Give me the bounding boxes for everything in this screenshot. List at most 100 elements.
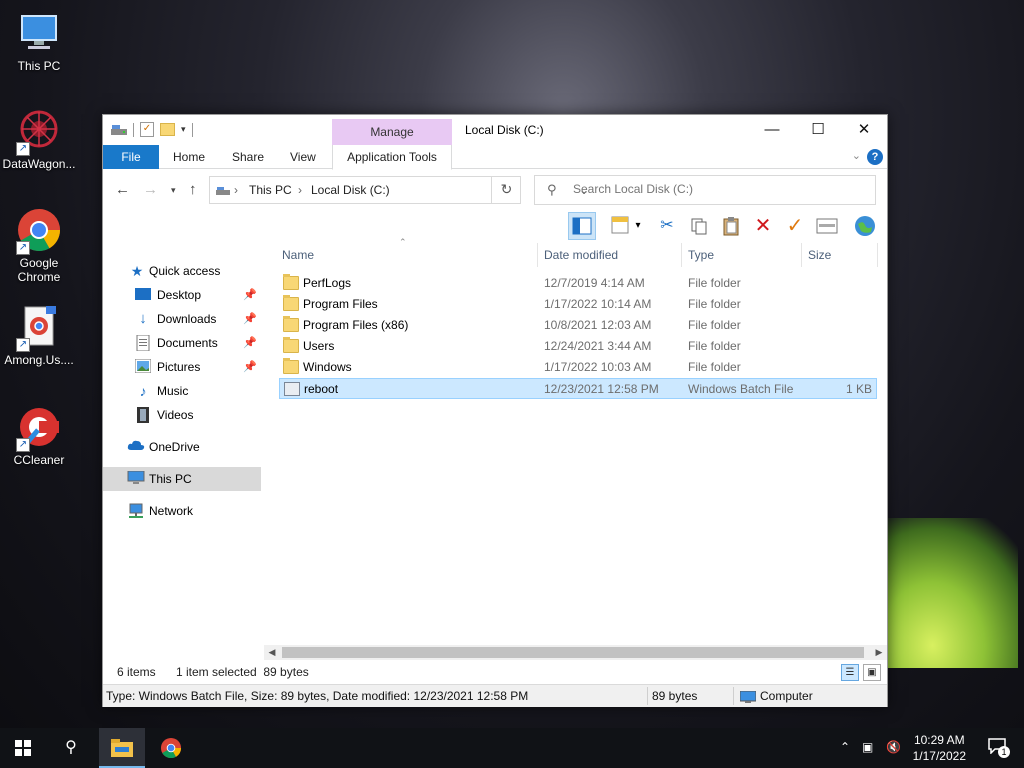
nav-item-documents[interactable]: Documents 📌	[103, 331, 261, 355]
start-button[interactable]	[0, 728, 46, 768]
music-note-icon: ♪	[139, 383, 147, 399]
desktop-icon-among-us[interactable]: ↗ Among.Us....	[2, 304, 76, 367]
desktop-icon-label: This PC	[17, 59, 61, 73]
film-icon	[135, 407, 151, 423]
chevron-right-icon: ›	[234, 183, 238, 197]
layout-dropdown-icon[interactable]: ▾	[631, 212, 645, 240]
tab-share[interactable]: Share	[220, 145, 276, 169]
folder-icon	[283, 337, 299, 353]
minimize-button[interactable]: —	[749, 115, 795, 145]
shortcut-arrow-icon: ↗	[16, 338, 30, 352]
globe-icon[interactable]	[851, 212, 879, 240]
expand-ribbon-icon[interactable]: ⌄	[852, 149, 861, 162]
properties-icon[interactable]: ✓	[140, 122, 154, 137]
search-input[interactable]	[573, 182, 863, 196]
table-row[interactable]: PerfLogs 12/7/2019 4:14 AM File folder	[279, 273, 877, 294]
nav-item-music[interactable]: ♪ Music	[103, 379, 261, 403]
delete-icon[interactable]: ✕	[749, 212, 777, 240]
nav-item-label: Downloads	[157, 312, 217, 326]
pin-icon: 📌	[243, 361, 257, 373]
help-icon[interactable]: ?	[867, 149, 883, 165]
folder-icon	[283, 295, 299, 311]
table-row[interactable]: Users 12/24/2021 3:44 AM File folder	[279, 336, 877, 357]
nav-item-label: Documents	[157, 336, 218, 350]
show-hidden-icons-chevron[interactable]: ⌃	[840, 740, 850, 754]
properties-toolbar-icon[interactable]	[813, 212, 841, 240]
table-row-selected[interactable]: reboot 12/23/2021 12:58 PM Windows Batch…	[279, 378, 877, 399]
document-chrome-icon: ↗	[16, 304, 62, 352]
new-folder-icon[interactable]	[160, 123, 175, 136]
large-icons-view-icon[interactable]: ▣	[863, 664, 881, 681]
table-row[interactable]: Windows 1/17/2022 10:03 AM File folder	[279, 357, 877, 378]
nav-item-quick-access[interactable]: ★ Quick access	[103, 259, 261, 283]
table-row[interactable]: Program Files (x86) 10/8/2021 12:03 AM F…	[279, 315, 877, 336]
nav-item-desktop[interactable]: Desktop 📌	[103, 283, 261, 307]
clock[interactable]: 10:29 AM 1/17/2022	[913, 732, 966, 764]
file-explorer-window: ✓ ▾ Manage Local Disk (C:) — ☐ ✕ File Ho…	[102, 114, 888, 707]
search-icon[interactable]: ⚲	[48, 728, 94, 768]
up-button[interactable]: ↑	[189, 181, 197, 198]
address-segment-local-disk[interactable]: Local Disk (C:)	[311, 183, 390, 197]
scroll-left-icon[interactable]: ◀	[264, 645, 280, 660]
column-header-type[interactable]: Type	[682, 243, 802, 267]
nav-item-this-pc[interactable]: This PC	[103, 467, 261, 491]
maximize-button[interactable]: ☐	[795, 115, 841, 145]
nav-item-pictures[interactable]: Pictures 📌	[103, 355, 261, 379]
taskbar-chrome[interactable]	[148, 728, 194, 768]
refresh-button[interactable]: ↻	[491, 176, 521, 204]
drive-icon	[111, 124, 127, 136]
details-location: Computer	[760, 689, 813, 703]
ribbon-tabs: File Home Share View Application Tools ⌄…	[103, 145, 887, 170]
desktop-icon-label: Google Chrome	[17, 256, 61, 284]
forward-button[interactable]: →	[143, 181, 158, 198]
clock-time: 10:29 AM	[913, 733, 965, 747]
recent-locations-button[interactable]: ▾	[171, 185, 176, 196]
notification-center-icon[interactable]: 1	[988, 738, 1010, 758]
tab-home[interactable]: Home	[161, 145, 217, 169]
details-size: 89 bytes	[652, 689, 698, 703]
column-header-date-modified[interactable]: Date modified	[538, 243, 682, 267]
address-segment-this-pc[interactable]: This PC	[249, 183, 292, 197]
tab-application-tools[interactable]: Application Tools	[332, 145, 452, 170]
copy-icon[interactable]	[685, 212, 713, 240]
scrollbar-thumb[interactable]	[282, 647, 864, 658]
tab-view[interactable]: View	[278, 145, 328, 169]
desktop-icon-this-pc[interactable]: This PC	[2, 10, 76, 73]
details-view-icon[interactable]: ☰	[841, 664, 859, 681]
volume-muted-icon[interactable]: 🔇	[886, 740, 901, 754]
customize-toolbar-icon[interactable]: ▾	[181, 124, 186, 135]
scroll-right-icon[interactable]: ▶	[871, 645, 887, 660]
column-header-size[interactable]: Size	[802, 243, 878, 267]
rename-check-icon[interactable]: ✓	[781, 212, 809, 240]
address-row: ← → ▾ ↑ › This PC › Local Disk (C:) ⌄ ↻ …	[103, 170, 887, 210]
paste-icon[interactable]	[717, 212, 745, 240]
nav-item-downloads[interactable]: ↓ Downloads 📌	[103, 307, 261, 331]
network-icon	[127, 503, 143, 519]
status-bar: 6 items 1 item selected 89 bytes ☰ ▣	[103, 661, 887, 683]
column-header-name[interactable]: Name	[276, 243, 538, 267]
desktop-icon-google-chrome[interactable]: ↗ Google Chrome	[2, 207, 76, 284]
nav-item-network[interactable]: Network	[103, 499, 261, 523]
horizontal-scrollbar[interactable]: ◀ ▶	[264, 645, 887, 660]
download-arrow-icon: ↓	[139, 310, 147, 327]
tab-manage[interactable]: Manage	[332, 119, 452, 146]
file-name: reboot	[304, 382, 339, 396]
nav-item-videos[interactable]: Videos	[103, 403, 261, 427]
address-bar[interactable]: › This PC › Local Disk (C:)	[209, 176, 521, 204]
search-box[interactable]: ⚲	[534, 175, 876, 205]
navigation-pane-icon[interactable]	[568, 212, 596, 240]
file-date: 12/7/2019 4:14 AM	[544, 276, 645, 290]
desktop-icon-datawagon[interactable]: ↗ DataWagon...	[2, 108, 76, 171]
close-button[interactable]: ✕	[841, 115, 887, 145]
desktop-icon-ccleaner[interactable]: ↗ CCleaner	[2, 404, 76, 467]
tab-file[interactable]: File	[103, 145, 159, 169]
cut-icon[interactable]: ✂	[653, 212, 681, 240]
monitor-icon	[16, 10, 62, 56]
nav-item-onedrive[interactable]: OneDrive	[103, 435, 261, 459]
taskbar: ⚲ ⌃ ▣ 🔇 10:29 AM 1/17/2022 1	[0, 728, 1024, 768]
ccleaner-icon: ↗	[16, 404, 62, 452]
network-status-icon[interactable]: ▣	[862, 740, 873, 754]
taskbar-file-explorer[interactable]	[99, 728, 145, 768]
back-button[interactable]: ←	[115, 181, 130, 198]
table-row[interactable]: Program Files 1/17/2022 10:14 AM File fo…	[279, 294, 877, 315]
